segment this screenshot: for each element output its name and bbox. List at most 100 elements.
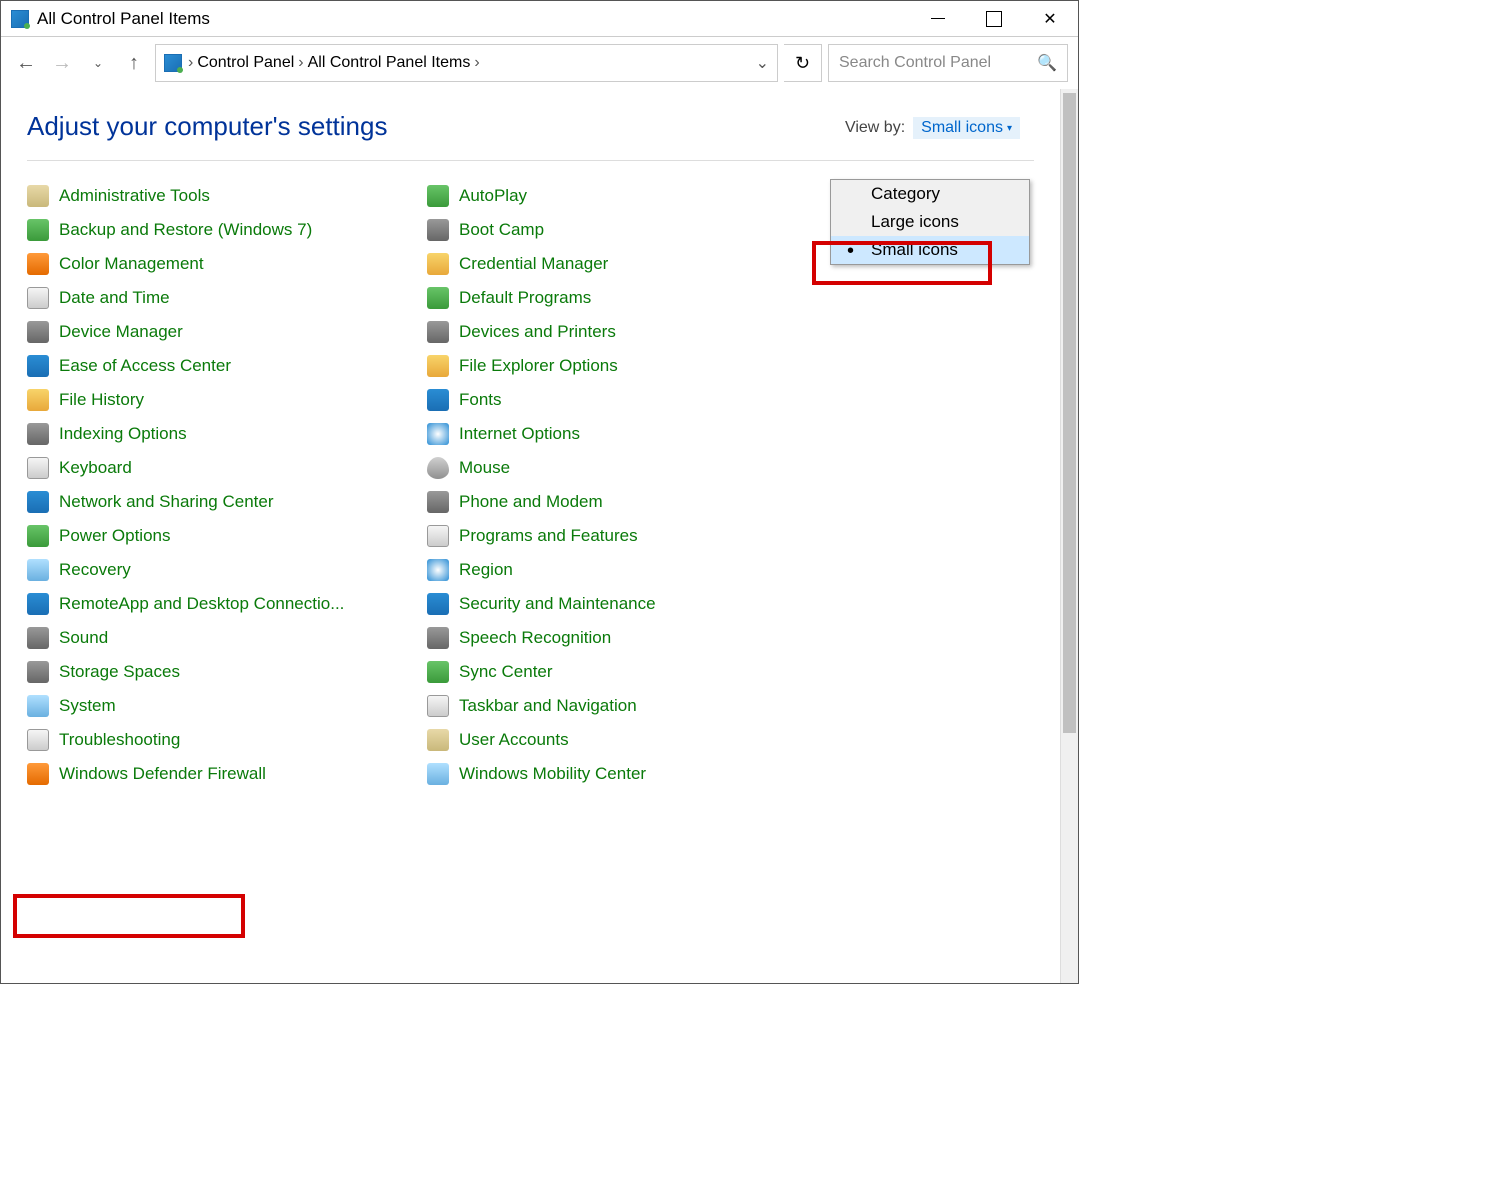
item-label: Credential Manager (459, 254, 608, 274)
control-panel-item[interactable]: Administrative Tools (27, 185, 417, 207)
maximize-button[interactable] (966, 1, 1022, 37)
control-panel-item[interactable]: Boot Camp (427, 219, 817, 241)
item-icon (27, 729, 49, 751)
window-title: All Control Panel Items (37, 9, 910, 29)
control-panel-item[interactable]: Indexing Options (27, 423, 417, 445)
control-panel-item[interactable]: Color Management (27, 253, 417, 275)
view-by-row: View by: Small icons (845, 117, 1020, 139)
item-label: File Explorer Options (459, 356, 618, 376)
item-icon (427, 763, 449, 785)
item-icon (427, 457, 449, 479)
item-label: User Accounts (459, 730, 569, 750)
control-panel-item[interactable]: Sound (27, 627, 417, 649)
item-label: Color Management (59, 254, 204, 274)
control-panel-item[interactable]: Credential Manager (427, 253, 817, 275)
close-button[interactable] (1022, 1, 1078, 37)
control-panel-item[interactable]: Fonts (427, 389, 817, 411)
control-panel-item[interactable]: Devices and Printers (427, 321, 817, 343)
address-dropdown-icon[interactable]: ⌄ (756, 53, 769, 73)
item-label: Keyboard (59, 458, 132, 478)
control-panel-item[interactable]: Windows Mobility Center (427, 763, 817, 785)
control-panel-item[interactable]: File History (27, 389, 417, 411)
control-panel-item[interactable]: Internet Options (427, 423, 817, 445)
control-panel-item[interactable]: Region (427, 559, 817, 581)
item-label: Fonts (459, 390, 502, 410)
back-button[interactable]: ← (11, 48, 41, 78)
control-panel-item[interactable]: Backup and Restore (Windows 7) (27, 219, 417, 241)
search-icon[interactable]: 🔍 (1037, 53, 1057, 73)
item-icon (27, 423, 49, 445)
item-icon (27, 695, 49, 717)
item-label: Device Manager (59, 322, 183, 342)
control-panel-item[interactable]: Device Manager (27, 321, 417, 343)
chevron-right-icon[interactable]: › (298, 54, 303, 72)
scrollbar[interactable] (1060, 89, 1078, 983)
item-label: Phone and Modem (459, 492, 603, 512)
control-panel-item[interactable]: Phone and Modem (427, 491, 817, 513)
item-icon (27, 219, 49, 241)
item-label: Windows Defender Firewall (59, 764, 266, 784)
control-panel-item[interactable]: AutoPlay (427, 185, 817, 207)
item-label: Windows Mobility Center (459, 764, 646, 784)
control-panel-item[interactable]: Troubleshooting (27, 729, 417, 751)
chevron-right-icon[interactable]: › (474, 54, 479, 72)
control-panel-item[interactable]: Network and Sharing Center (27, 491, 417, 513)
item-icon (427, 525, 449, 547)
item-label: Troubleshooting (59, 730, 180, 750)
control-panel-item[interactable]: Windows Defender Firewall (27, 763, 417, 785)
search-input[interactable]: Search Control Panel 🔍 (828, 44, 1068, 82)
item-icon (427, 287, 449, 309)
control-panel-item[interactable]: Default Programs (427, 287, 817, 309)
item-icon (27, 559, 49, 581)
control-panel-item[interactable]: Storage Spaces (27, 661, 417, 683)
control-panel-item[interactable]: RemoteApp and Desktop Connectio... (27, 593, 417, 615)
item-label: System (59, 696, 116, 716)
up-button[interactable]: ↑ (119, 48, 149, 78)
control-panel-item[interactable]: Security and Maintenance (427, 593, 817, 615)
chevron-right-icon[interactable]: › (188, 54, 193, 72)
control-panel-item[interactable]: Sync Center (427, 661, 817, 683)
control-panel-item[interactable]: Keyboard (27, 457, 417, 479)
control-panel-item[interactable]: Date and Time (27, 287, 417, 309)
item-icon (27, 593, 49, 615)
scrollbar-thumb[interactable] (1063, 93, 1076, 733)
view-by-select[interactable]: Small icons (913, 117, 1020, 139)
view-option-small-icons[interactable]: Small icons (831, 236, 1029, 264)
breadcrumb-part[interactable]: All Control Panel Items (308, 54, 471, 72)
item-icon (427, 729, 449, 751)
forward-button[interactable]: → (47, 48, 77, 78)
control-panel-item[interactable]: User Accounts (427, 729, 817, 751)
control-panel-item[interactable]: File Explorer Options (427, 355, 817, 377)
item-icon (27, 185, 49, 207)
refresh-button[interactable]: ↻ (784, 44, 822, 82)
view-option-large-icons[interactable]: Large icons (831, 208, 1029, 236)
control-panel-item[interactable]: System (27, 695, 417, 717)
recent-dropdown-icon[interactable]: ⌄ (83, 48, 113, 78)
item-label: Indexing Options (59, 424, 187, 444)
item-icon (427, 627, 449, 649)
item-icon (427, 389, 449, 411)
control-panel-item[interactable]: Ease of Access Center (27, 355, 417, 377)
control-panel-item[interactable]: Taskbar and Navigation (427, 695, 817, 717)
item-label: Programs and Features (459, 526, 638, 546)
item-label: RemoteApp and Desktop Connectio... (59, 594, 344, 614)
view-option-category[interactable]: Category (831, 180, 1029, 208)
item-icon (427, 661, 449, 683)
control-panel-item[interactable]: Mouse (427, 457, 817, 479)
control-panel-item[interactable]: Programs and Features (427, 525, 817, 547)
control-panel-item[interactable]: Speech Recognition (427, 627, 817, 649)
item-label: Recovery (59, 560, 131, 580)
control-panel-item[interactable]: Recovery (27, 559, 417, 581)
item-label: Backup and Restore (Windows 7) (59, 220, 312, 240)
item-icon (27, 661, 49, 683)
breadcrumb-part[interactable]: Control Panel (197, 54, 294, 72)
address-bar[interactable]: › Control Panel › All Control Panel Item… (155, 44, 778, 82)
item-label: Region (459, 560, 513, 580)
item-label: Power Options (59, 526, 171, 546)
item-icon (27, 525, 49, 547)
item-label: Boot Camp (459, 220, 544, 240)
minimize-button[interactable] (910, 1, 966, 37)
control-panel-item[interactable]: Power Options (27, 525, 417, 547)
item-icon (27, 457, 49, 479)
item-label: Taskbar and Navigation (459, 696, 637, 716)
